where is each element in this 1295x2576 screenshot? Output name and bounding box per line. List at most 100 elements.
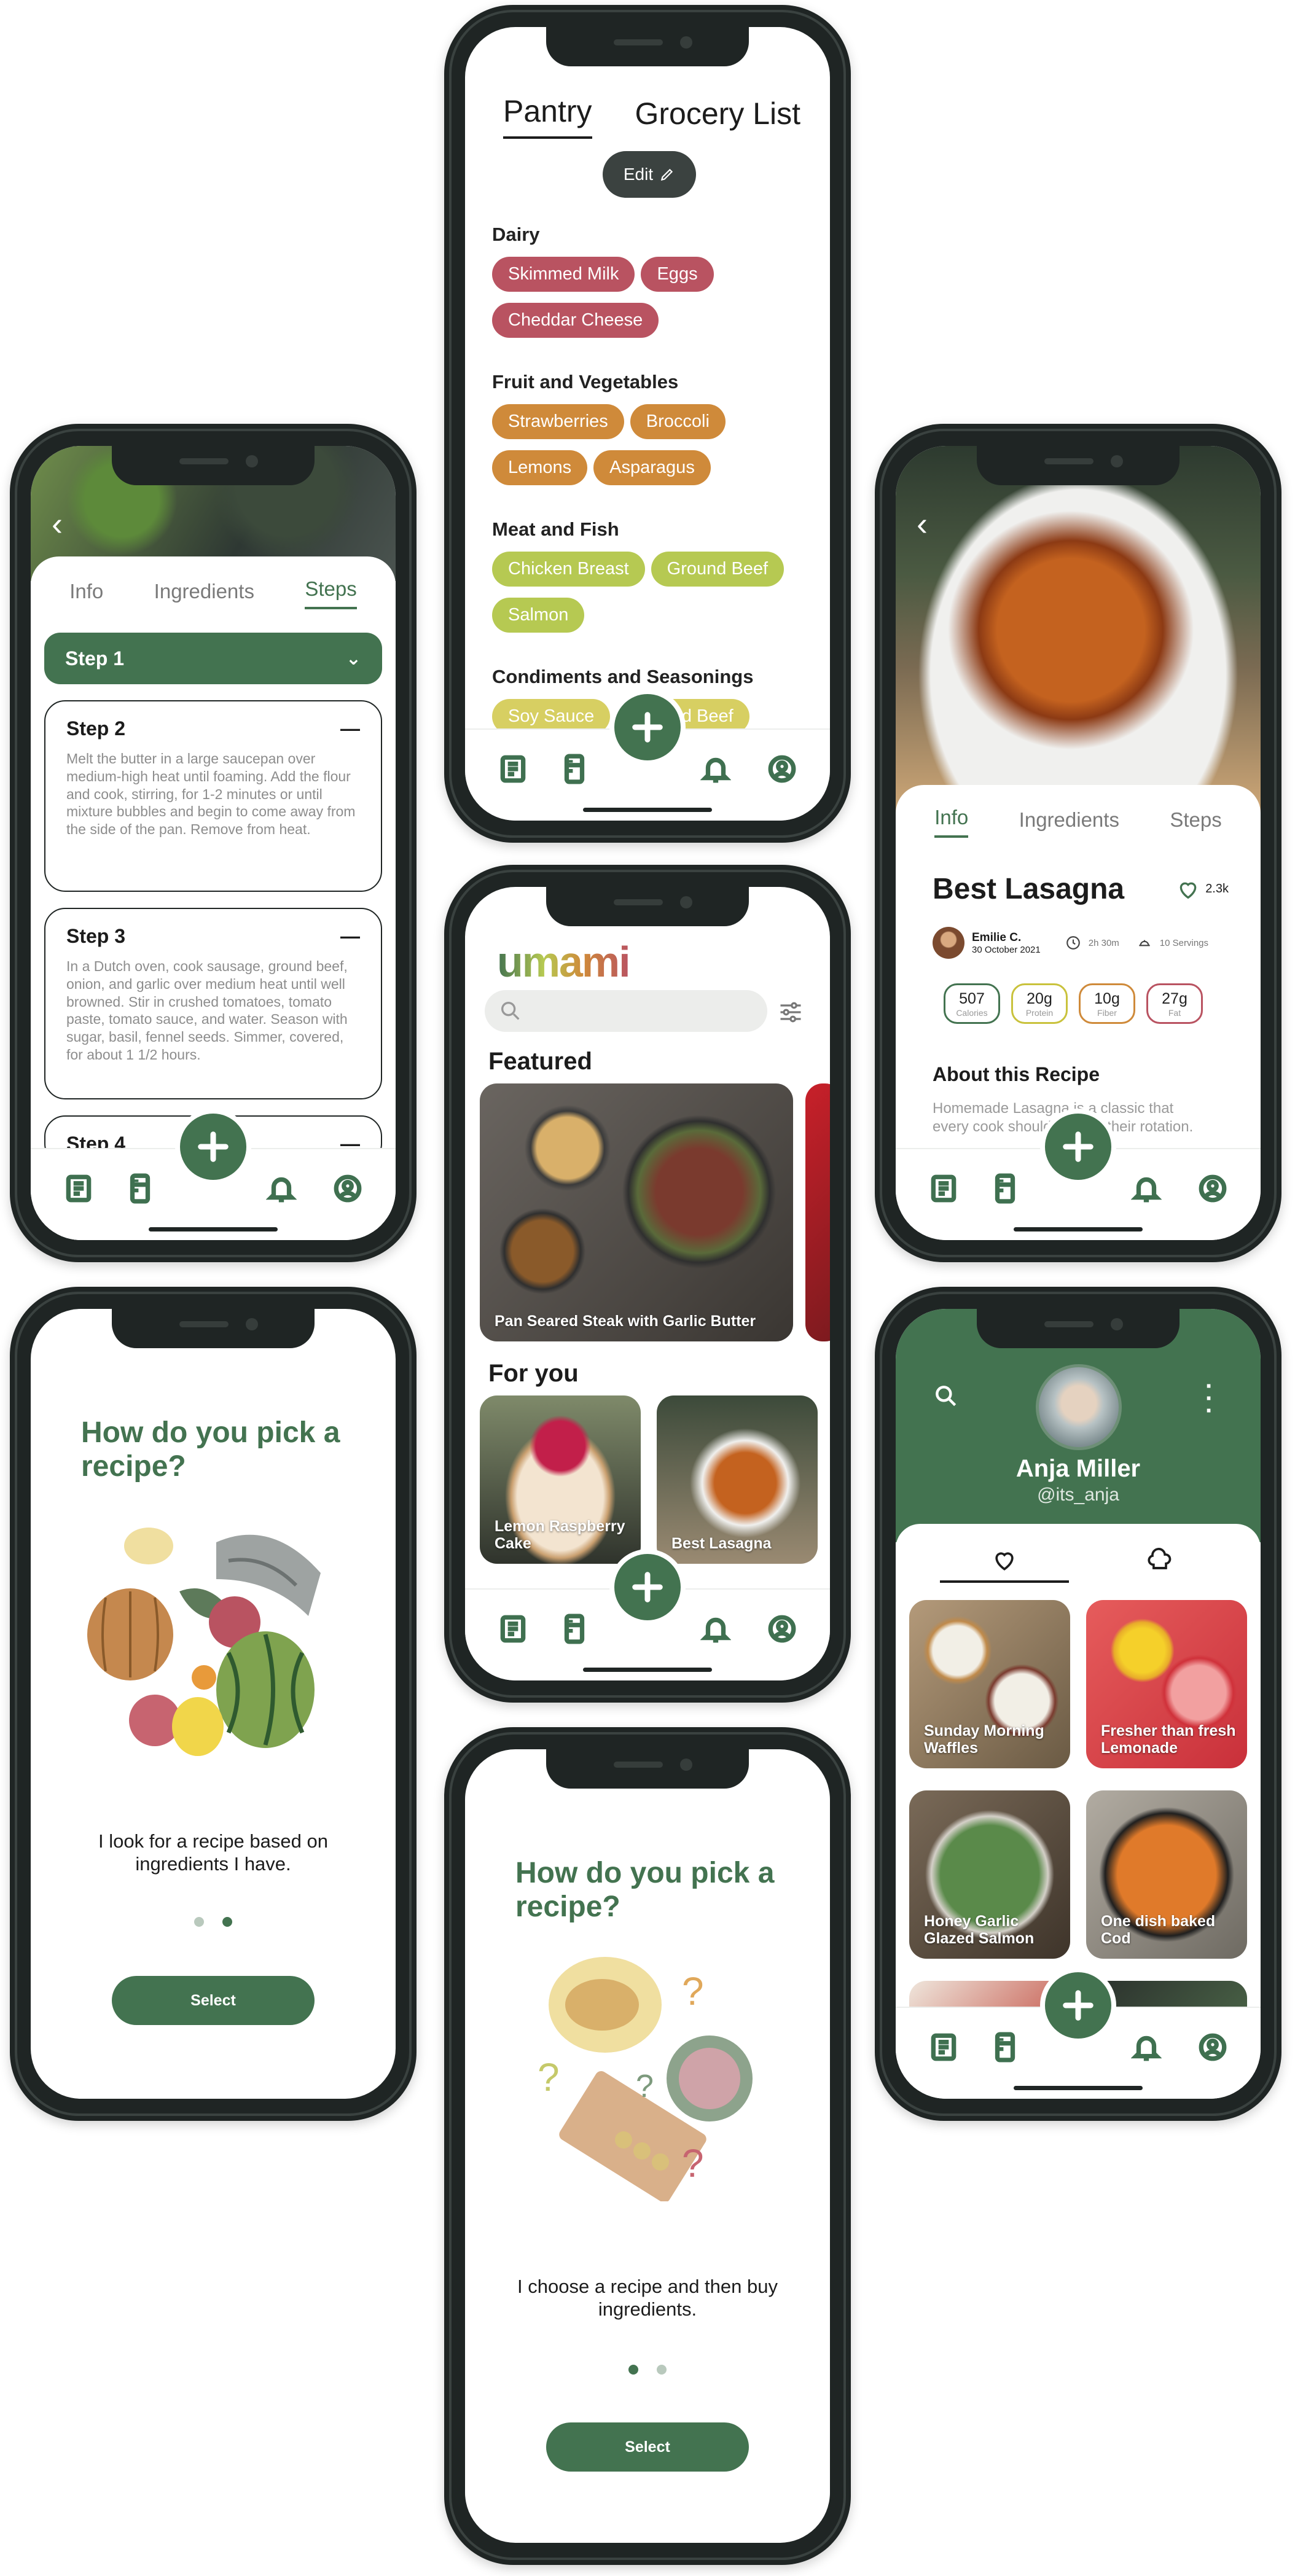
nav-notifications[interactable] [698, 752, 733, 786]
profile-avatar[interactable] [1036, 1364, 1122, 1450]
featured-card-next[interactable] [805, 1083, 830, 1341]
nav-pantry[interactable] [988, 2030, 1022, 2064]
add-button[interactable] [1045, 1114, 1111, 1180]
recipe-card[interactable]: Sunday Morning Waffles [909, 1600, 1070, 1768]
nav-notifications[interactable] [1129, 1171, 1164, 1206]
author-name[interactable]: Emilie C. [972, 931, 1041, 945]
chip-cheddar-cheese[interactable]: Cheddar Cheese [492, 303, 659, 338]
back-button[interactable]: ‹ [52, 507, 63, 541]
for-you-title: For you [488, 1360, 579, 1387]
nav-profile[interactable] [1195, 2030, 1230, 2064]
plus-icon [1063, 1131, 1094, 1162]
nav-notifications[interactable] [698, 1612, 733, 1646]
collapse-icon[interactable]: — [340, 925, 360, 948]
step-1-header[interactable]: Step 1 ⌄ [44, 633, 382, 684]
nav-notifications[interactable] [1129, 2030, 1164, 2064]
tab-info[interactable]: Info [69, 580, 103, 609]
chip-broccoli[interactable]: Broccoli [630, 404, 726, 439]
nav-pantry[interactable] [557, 752, 592, 786]
page-dot-active[interactable] [222, 1917, 232, 1927]
featured-title: Featured [488, 1048, 592, 1075]
chip-eggs[interactable]: Eggs [641, 257, 714, 292]
nav-recipes[interactable] [926, 1171, 961, 1206]
recipe-book-icon [66, 1174, 92, 1203]
recipe-card-label: Sunday Morning Waffles [924, 1722, 1044, 1757]
phone-steps: ‹ Info Ingredients Steps Step 1 ⌄ Step 2… [10, 424, 417, 1262]
recipe-card[interactable]: Honey Garlic Glazed Salmon [909, 1790, 1070, 1959]
nav-pantry[interactable] [988, 1171, 1022, 1206]
tab-steps[interactable]: Steps [1170, 808, 1221, 838]
bottom-nav [896, 1972, 1261, 2099]
collapse-icon[interactable]: — [340, 717, 360, 740]
add-button[interactable] [180, 1114, 246, 1180]
recipe-book-icon [931, 1174, 957, 1203]
page-dot-active[interactable] [628, 2365, 638, 2375]
pencil-icon [660, 168, 673, 181]
nav-recipes[interactable] [926, 2030, 961, 2064]
heart-icon[interactable] [1176, 877, 1200, 902]
nav-recipes[interactable] [61, 1171, 96, 1206]
select-button[interactable]: Select [546, 2422, 749, 2472]
select-button[interactable]: Select [112, 1976, 315, 2025]
tab-steps[interactable]: Steps [305, 577, 357, 609]
stat-calories: 507 Calories [944, 983, 1000, 1024]
add-button[interactable] [1045, 1972, 1111, 2039]
add-button[interactable] [614, 1554, 681, 1620]
profile-tab-recipes[interactable] [1095, 1540, 1224, 1583]
bell-icon [266, 1177, 297, 1203]
profile-tab-favorites[interactable] [940, 1540, 1069, 1583]
page-dot[interactable] [194, 1917, 204, 1927]
avatar[interactable] [933, 927, 964, 959]
add-button[interactable] [614, 694, 681, 760]
nav-pantry[interactable] [557, 1612, 592, 1646]
more-menu-icon[interactable]: · · · [1205, 1374, 1213, 1423]
step-2-text: Melt the butter in a large saucepan over… [66, 751, 356, 837]
tab-ingredients[interactable]: Ingredients [154, 580, 254, 609]
nav-notifications[interactable] [264, 1171, 299, 1206]
nav-profile[interactable] [765, 752, 799, 786]
fridge-icon [564, 1614, 585, 1644]
chip-salmon[interactable]: Salmon [492, 598, 585, 633]
recipe-card[interactable]: Fresher than fresh Lemonade [1086, 1600, 1247, 1768]
edit-button-label: Edit [623, 165, 654, 184]
section-condiments: Condiments and Seasonings [492, 666, 754, 687]
for-you-card[interactable]: Lemon Raspberry Cake [480, 1395, 641, 1564]
stat-label: Fiber [1097, 1007, 1117, 1018]
featured-card[interactable]: Pan Seared Steak with Garlic Butter [480, 1083, 793, 1341]
page-dot[interactable] [657, 2365, 667, 2375]
nav-profile[interactable] [765, 1612, 799, 1646]
for-you-card[interactable]: Best Lasagna [657, 1395, 818, 1564]
search-input[interactable] [485, 990, 767, 1032]
nav-pantry[interactable] [123, 1171, 157, 1206]
nav-profile[interactable] [1195, 1171, 1230, 1206]
edit-button[interactable]: Edit [603, 151, 696, 198]
chef-hat-icon [1148, 1548, 1172, 1569]
nav-recipes[interactable] [496, 752, 530, 786]
step-2-title: Step 2 [66, 717, 126, 740]
fridge-icon [130, 1173, 151, 1204]
back-button[interactable]: ‹ [917, 507, 928, 541]
tab-info[interactable]: Info [934, 806, 969, 838]
nav-profile[interactable] [331, 1171, 365, 1206]
recipe-card[interactable]: One dish baked Cod [1086, 1790, 1247, 1959]
phone-notch [112, 446, 315, 485]
tab-pantry[interactable]: Pantry [503, 93, 592, 139]
bell-icon [1131, 1177, 1162, 1203]
step-3-card[interactable]: Step 3 — In a Dutch oven, cook sausage, g… [44, 908, 382, 1099]
chip-asparagus[interactable]: Asparagus [593, 450, 711, 485]
chip-lemons[interactable]: Lemons [492, 450, 588, 485]
cook-time: 2h 30m [1088, 937, 1119, 948]
chip-ground-beef[interactable]: Ground Beef [651, 552, 784, 587]
chip-skimmed-milk[interactable]: Skimmed Milk [492, 257, 635, 292]
step-2-card[interactable]: Step 2 — Melt the butter in a large sauce… [44, 700, 382, 892]
tab-grocery-list[interactable]: Grocery List [635, 96, 801, 139]
recipe-book-icon [500, 1615, 526, 1643]
svg-text:?: ? [538, 2055, 560, 2099]
chip-strawberries[interactable]: Strawberries [492, 404, 624, 439]
nav-recipes[interactable] [496, 1612, 530, 1646]
filter-icon[interactable] [777, 999, 804, 1026]
chip-chicken-breast[interactable]: Chicken Breast [492, 552, 645, 587]
tab-ingredients[interactable]: Ingredients [1019, 808, 1119, 838]
home-indicator [583, 808, 712, 812]
search-icon[interactable] [933, 1383, 960, 1410]
